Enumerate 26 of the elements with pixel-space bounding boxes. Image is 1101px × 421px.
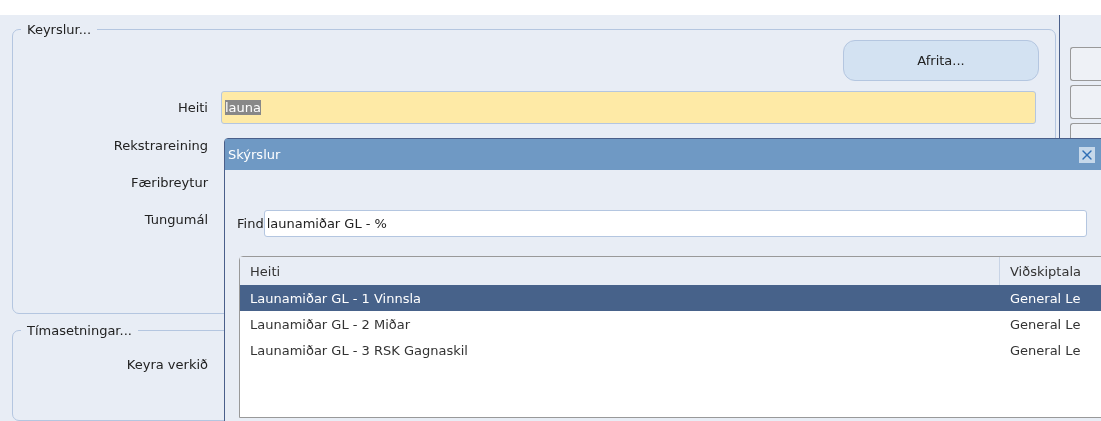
side-button[interactable] xyxy=(1070,85,1101,119)
dialog-title: Skýrslur xyxy=(228,147,281,162)
group-title: Tímasetningar... xyxy=(26,323,133,339)
table-row[interactable]: Launamiðar GL - 1 Vinnsla General Le xyxy=(240,285,1101,311)
close-icon[interactable] xyxy=(1079,146,1095,163)
table-cell-text: General Le xyxy=(1009,316,1082,332)
table-cell-text: Launamiðar GL - 1 Vinnsla xyxy=(249,290,423,306)
table-cell-text: Launamiðar GL - 3 RSK Gagnaskil xyxy=(249,342,469,358)
field-label: Rekstrareining xyxy=(112,138,209,153)
side-button[interactable] xyxy=(1070,47,1101,81)
field-label: Færibreytur xyxy=(130,175,209,190)
find-label: Find xyxy=(237,216,264,231)
field-label: Tungumál xyxy=(143,212,209,227)
column-header[interactable]: Viðskiptala xyxy=(1000,257,1101,285)
copy-button[interactable]: Afrita... xyxy=(843,40,1039,81)
field-label: Heiti xyxy=(176,100,209,115)
table-row[interactable]: Launamiðar GL - 3 RSK Gagnaskil General Le xyxy=(240,337,1101,363)
table-row[interactable]: Launamiðar GL - 2 Miðar General Le xyxy=(240,311,1101,337)
column-header[interactable]: Heiti xyxy=(240,257,1000,285)
find-field[interactable]: launamiðar GL - % xyxy=(263,210,1087,237)
group-title: Keyrslur... xyxy=(26,22,93,37)
field-label: Keyra verkið xyxy=(125,357,209,373)
table-cell-text: General Le xyxy=(1009,342,1082,358)
table-cell-text: General Le xyxy=(1009,290,1082,306)
name-field[interactable]: launa xyxy=(221,91,1036,124)
table-cell-text: Launamiðar GL - 2 Miðar xyxy=(249,316,412,332)
